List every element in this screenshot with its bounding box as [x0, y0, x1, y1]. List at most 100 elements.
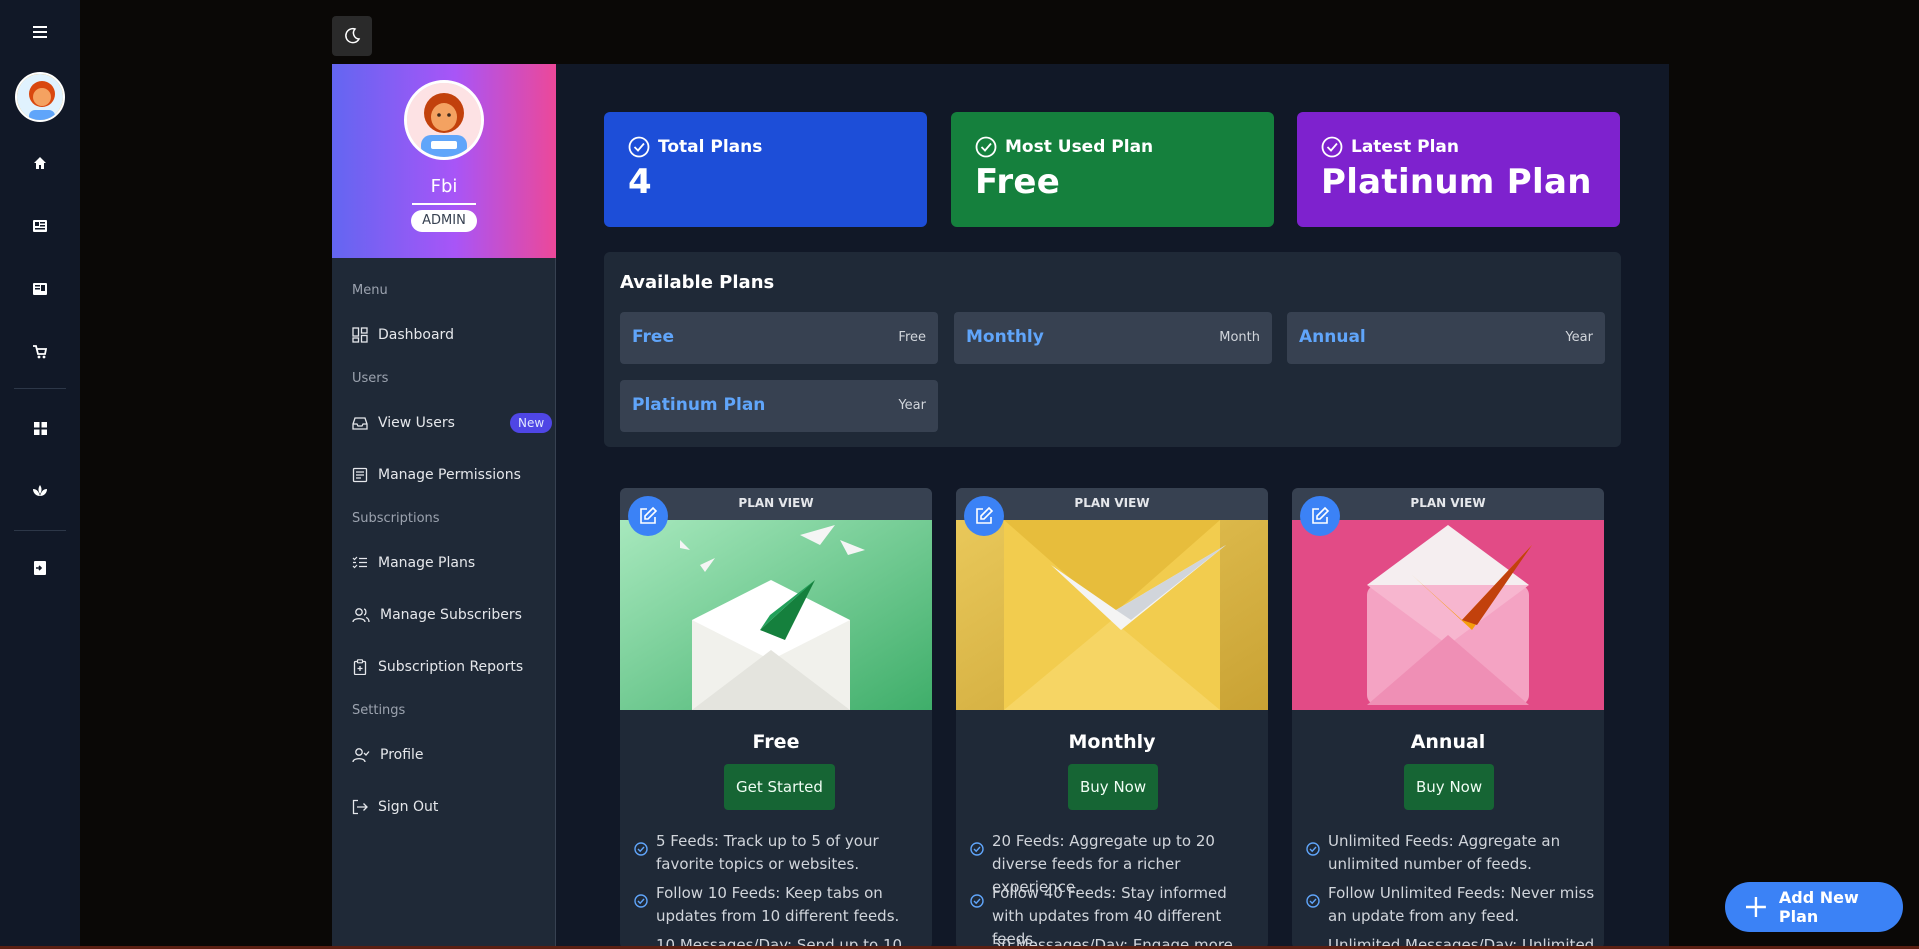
- dashboard-icon: [352, 327, 368, 343]
- sidebar-item-view-users[interactable]: View Users New: [352, 411, 553, 435]
- rail-divider: [14, 530, 66, 531]
- sidebar-item-label: Profile: [380, 747, 424, 763]
- section-subscriptions: Subscriptions: [352, 511, 440, 526]
- plan-card-annual: PLAN VIEW Annual Buy Now Unlimited Feeds…: [1292, 488, 1604, 949]
- plan-chip-period: Free: [898, 330, 926, 345]
- profile-avatar[interactable]: [404, 80, 484, 160]
- hamburger-menu-icon[interactable]: [0, 18, 80, 46]
- section-users: Users: [352, 371, 389, 386]
- rail-divider: [14, 388, 66, 389]
- plan-image-annual: [1292, 520, 1604, 710]
- edit-icon[interactable]: [1300, 496, 1340, 536]
- users-icon: [352, 608, 370, 623]
- buy-now-button[interactable]: Buy Now: [1404, 764, 1495, 810]
- lotus-icon[interactable]: [0, 480, 80, 502]
- check-circle-icon: [1321, 136, 1343, 158]
- check-circle-icon: [970, 842, 984, 856]
- stat-title: Total Plans: [658, 137, 763, 157]
- newspaper-icon[interactable]: [0, 215, 80, 237]
- check-circle-icon: [1306, 842, 1320, 856]
- check-circle-icon: [1306, 894, 1320, 908]
- plan-chip-monthly[interactable]: Monthly Month: [954, 312, 1272, 364]
- feature-text: 5 Feeds: Track up to 5 of your favorite …: [656, 832, 879, 873]
- sidebar: Fbi ADMIN Menu Dashboard Users View User…: [332, 64, 556, 949]
- cart-icon[interactable]: [0, 341, 80, 363]
- add-new-plan-button[interactable]: Add New Plan: [1725, 882, 1903, 932]
- edit-icon[interactable]: [628, 496, 668, 536]
- check-circle-icon: [970, 894, 984, 908]
- sidebar-item-manage-permissions[interactable]: Manage Permissions: [352, 463, 521, 487]
- plus-icon: [1745, 897, 1766, 917]
- sidebar-item-manage-subscribers[interactable]: Manage Subscribers: [352, 603, 522, 627]
- plan-chip-platinum[interactable]: Platinum Plan Year: [620, 380, 938, 432]
- new-badge: New: [510, 413, 553, 433]
- sign-out-icon: [352, 799, 368, 815]
- stat-title: Most Used Plan: [1005, 137, 1154, 157]
- sidebar-item-dashboard[interactable]: Dashboard: [352, 323, 454, 347]
- grid-icon[interactable]: [0, 417, 80, 439]
- feature-item: Follow 10 Feeds: Keep tabs on updates fr…: [634, 882, 924, 928]
- plan-chip-name: Annual: [1299, 327, 1366, 347]
- plan-chip-period: Year: [1565, 330, 1593, 345]
- plan-card-title: Annual: [1410, 731, 1486, 753]
- sidebar-item-label: Subscription Reports: [378, 659, 524, 675]
- profile-name: Fbi: [430, 176, 458, 197]
- check-circle-icon: [634, 894, 648, 908]
- plan-image-free: [620, 520, 932, 710]
- plan-chip-period: Year: [898, 398, 926, 413]
- checklist-icon: [352, 556, 367, 569]
- plan-chip-name: Platinum Plan: [632, 395, 766, 415]
- edit-icon[interactable]: [964, 496, 1004, 536]
- inbox-icon: [352, 417, 368, 430]
- sidebar-item-label: Manage Subscribers: [380, 607, 522, 623]
- profile-header: Fbi ADMIN: [332, 64, 556, 258]
- check-circle-icon: [975, 136, 997, 158]
- plan-card-free: PLAN VIEW Free Get Started 5 Feeds: Trac…: [620, 488, 932, 949]
- feature-text: Follow 10 Feeds: Keep tabs on updates fr…: [656, 884, 900, 925]
- avatar[interactable]: [0, 71, 80, 123]
- plan-chip-annual[interactable]: Annual Year: [1287, 312, 1605, 364]
- buy-now-button[interactable]: Buy Now: [1068, 764, 1159, 810]
- check-circle-icon: [628, 136, 650, 158]
- feature-item: Follow Unlimited Feeds: Never miss an up…: [1306, 882, 1596, 928]
- moon-icon: [345, 27, 361, 44]
- plan-card-monthly: PLAN VIEW Monthly Buy Now 20 Feeds: Aggr…: [956, 488, 1268, 949]
- feature-text: Unlimited Feeds: Aggregate an unlimited …: [1328, 832, 1561, 873]
- id-card-icon[interactable]: [0, 278, 80, 300]
- plan-chip-free[interactable]: Free Free: [620, 312, 938, 364]
- stat-value: 4: [628, 162, 652, 202]
- add-new-plan-label: Add New Plan: [1778, 888, 1859, 926]
- plan-image-monthly: [956, 520, 1268, 710]
- logout-icon[interactable]: [0, 557, 80, 579]
- profile-divider: [412, 203, 476, 205]
- check-circle-icon: [634, 842, 648, 856]
- get-started-button[interactable]: Get Started: [724, 764, 835, 810]
- sidebar-item-label: Manage Permissions: [378, 467, 521, 483]
- icon-rail: [0, 0, 80, 949]
- stat-title: Latest Plan: [1351, 137, 1459, 157]
- stat-card-most-used-plan: Most Used Plan Free: [951, 112, 1274, 227]
- section-settings: Settings: [352, 703, 406, 718]
- theme-toggle-button[interactable]: [332, 16, 372, 56]
- user-check-icon: [352, 748, 370, 763]
- feature-text: Follow Unlimited Feeds: Never miss an up…: [1328, 884, 1595, 925]
- plan-chip-name: Free: [632, 327, 674, 347]
- plan-card-title: Monthly: [1068, 731, 1156, 753]
- stat-value: Free: [975, 162, 1061, 202]
- available-plans-panel: Available Plans Free Free Monthly Month …: [604, 252, 1621, 447]
- sidebar-item-label: Dashboard: [378, 327, 454, 343]
- sidebar-item-manage-plans[interactable]: Manage Plans: [352, 551, 475, 575]
- plan-card-title: Free: [752, 731, 800, 753]
- sidebar-item-sign-out[interactable]: Sign Out: [352, 795, 438, 819]
- feature-item: 5 Feeds: Track up to 5 of your favorite …: [634, 830, 924, 876]
- feature-item: Unlimited Feeds: Aggregate an unlimited …: [1306, 830, 1596, 876]
- sidebar-item-profile[interactable]: Profile: [352, 743, 424, 767]
- sidebar-item-subscription-reports[interactable]: Subscription Reports: [352, 655, 523, 679]
- sidebar-item-label: Sign Out: [378, 799, 439, 815]
- plan-chip-period: Month: [1219, 330, 1260, 345]
- stat-card-latest-plan: Latest Plan Platinum Plan: [1297, 112, 1620, 227]
- section-menu: Menu: [352, 283, 388, 298]
- home-icon[interactable]: [0, 152, 80, 174]
- stat-card-total-plans: Total Plans 4: [604, 112, 927, 227]
- document-icon: [352, 467, 368, 483]
